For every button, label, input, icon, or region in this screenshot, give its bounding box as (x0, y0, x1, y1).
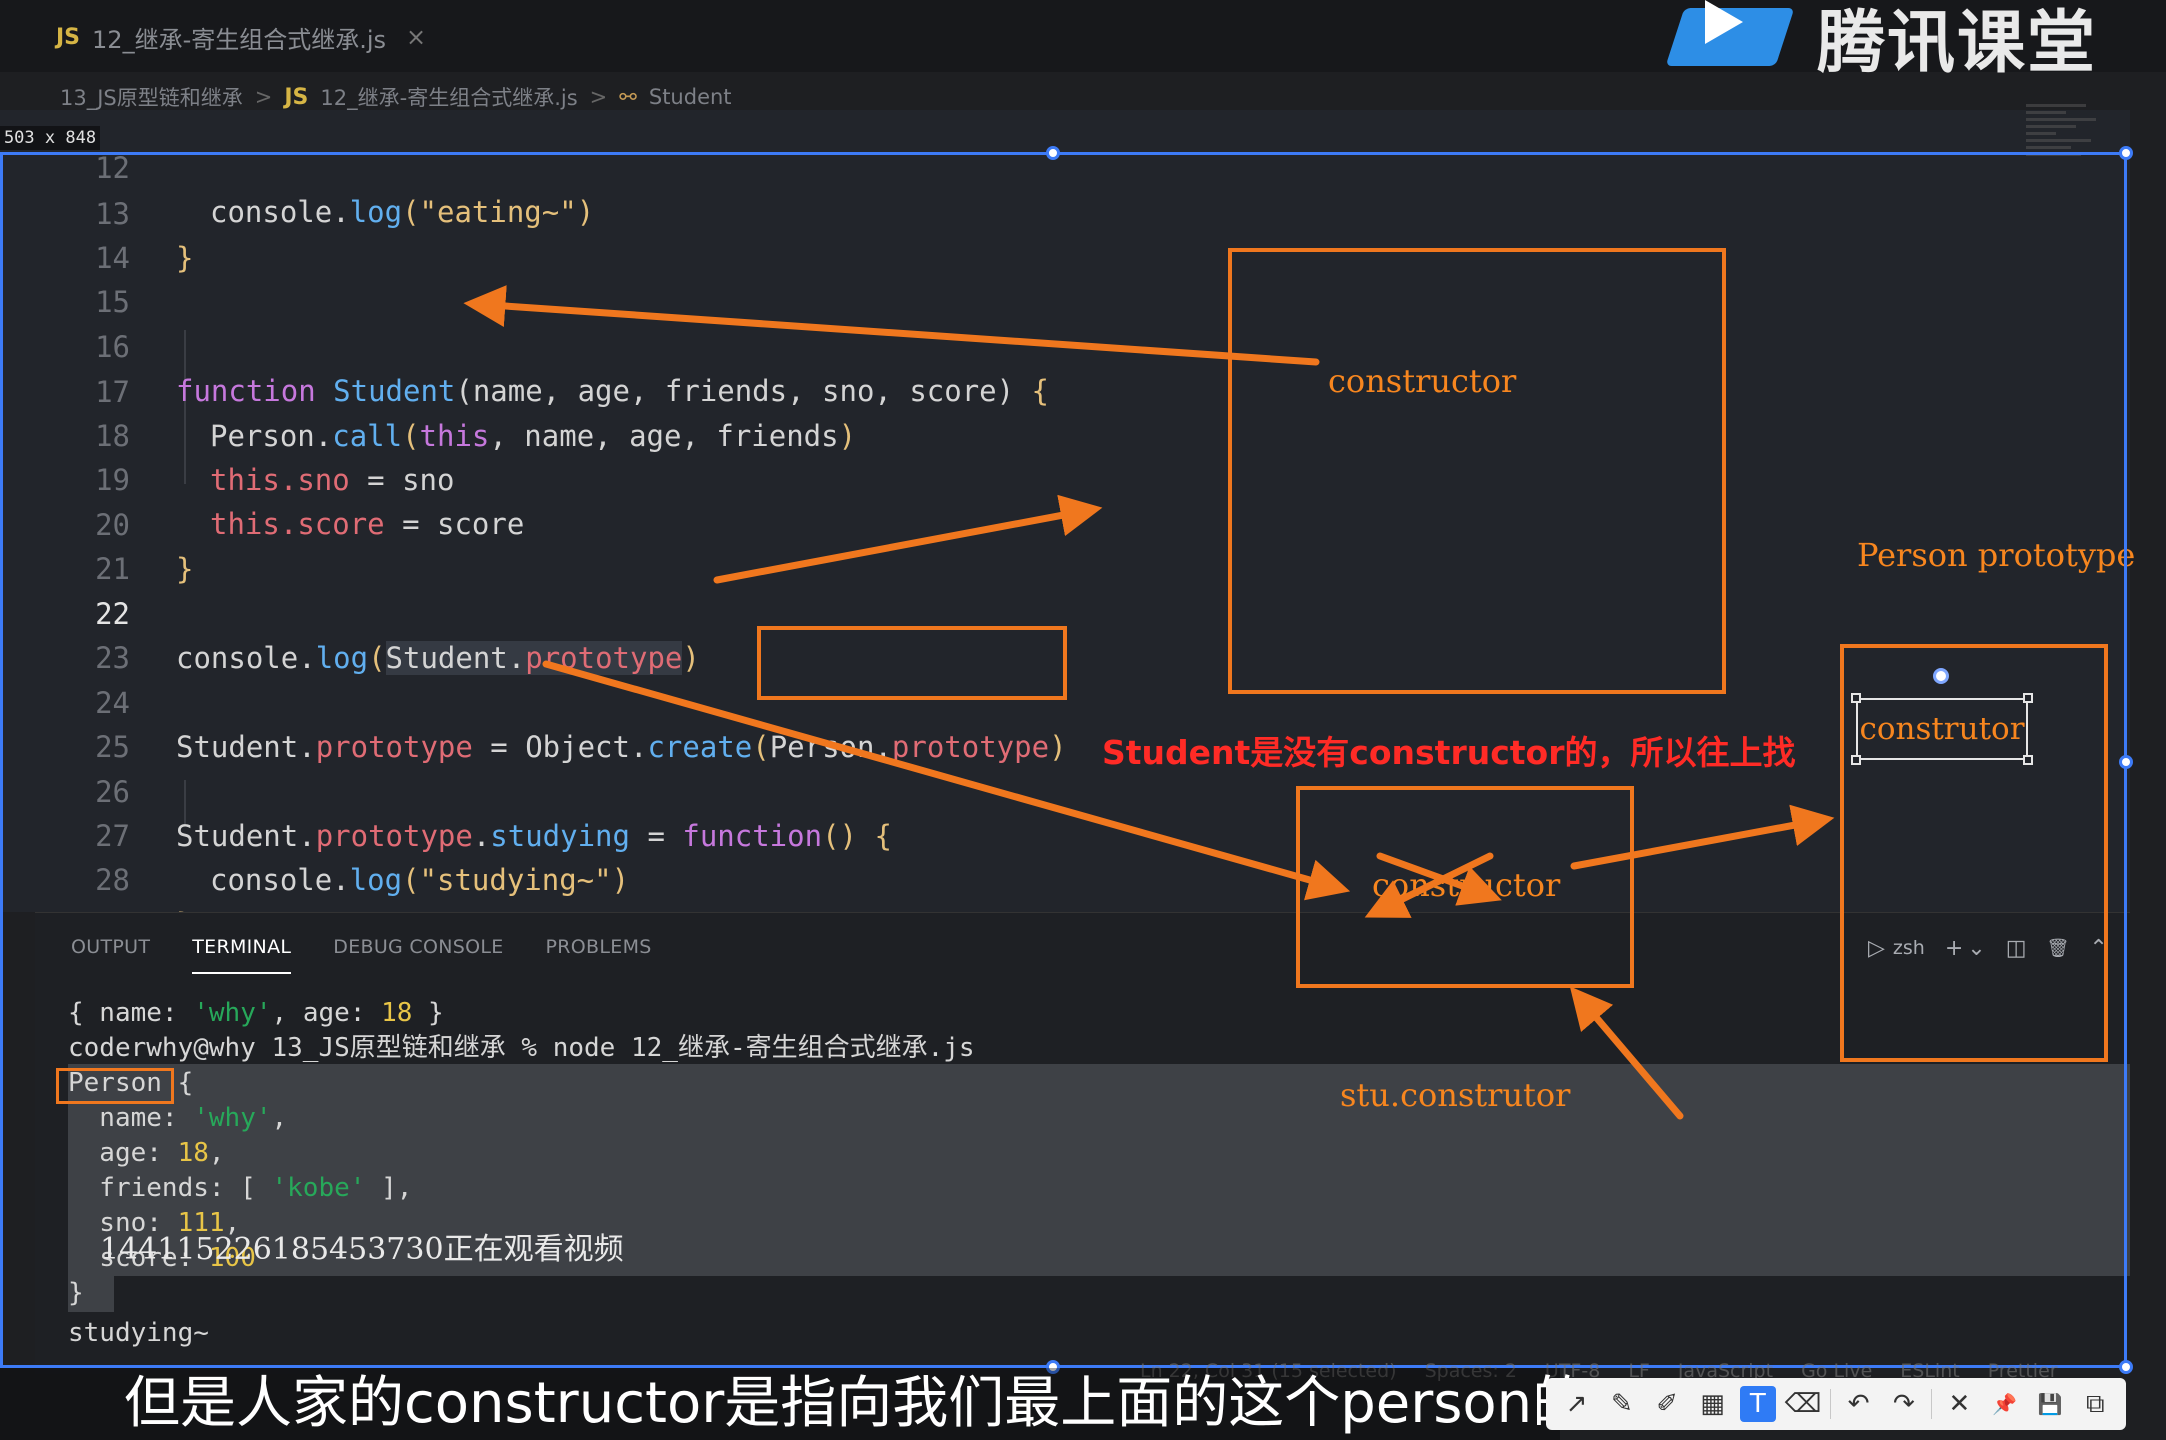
terminal-line: { name: 'why', age: 18 } (68, 998, 444, 1028)
tab-problems[interactable]: PROBLEMS (546, 928, 652, 974)
code-line[interactable]: 13 } (0, 148, 1200, 275)
save-icon[interactable]: 💾 (2032, 1386, 2068, 1422)
tab-debug-console[interactable]: DEBUG CONSOLE (333, 928, 503, 974)
marker-tool-icon[interactable]: ✐ (1649, 1386, 1685, 1422)
code-line[interactable]: 21 (0, 503, 1200, 586)
code-line[interactable]: 20 } (0, 459, 1200, 586)
file-tab[interactable]: JS 12_继承-寄生组合式继承.js × (30, 14, 452, 60)
terminal-line: } (68, 1278, 84, 1308)
code-line[interactable]: 18 this.sno = sno (0, 370, 1200, 497)
arrow-tool-icon[interactable]: ↗ (1559, 1386, 1595, 1422)
tab-output[interactable]: OUTPUT (71, 928, 150, 974)
size-indicator: 503 x 848 (0, 126, 100, 150)
person-terminal-highlight[interactable] (56, 1068, 174, 1104)
code-line[interactable]: 12 console.log("eating~") (0, 102, 1200, 229)
tencent-classroom-logo: 腾讯课堂 (1665, 0, 2097, 83)
code-line[interactable]: 22 console.log(Student.prototype) (0, 548, 1200, 675)
terminal-line: name: 'why', (68, 1103, 288, 1133)
copy-icon[interactable]: ⧉ (2077, 1386, 2113, 1422)
video-subtitle: 但是人家的constructor是指向我们最上面的这个person的 (0, 1368, 1588, 1440)
redo-icon[interactable]: ↷ (1886, 1386, 1922, 1422)
close-icon[interactable]: × (406, 23, 426, 51)
js-file-icon: JS (56, 24, 81, 50)
code-line[interactable]: 19 this.score = score (0, 414, 1200, 541)
logo-text: 腾讯课堂 (1817, 3, 2098, 83)
code-line[interactable]: 26 Student.prototype.studying = function… (0, 726, 1200, 853)
tab-terminal[interactable]: TERMINAL (192, 928, 292, 974)
minimap[interactable] (2026, 100, 2106, 200)
toolbar-divider (1830, 1389, 1832, 1419)
student-no-constructor-note[interactable]: Student是没有constructor的，所以往上找 (1102, 726, 1796, 774)
text-tool-icon[interactable]: T (1739, 1386, 1776, 1422)
person-prototype-highlight[interactable] (757, 626, 1067, 700)
code-line[interactable]: 14 (0, 192, 1200, 275)
terminal-line: friends: [ 'kobe' ], (68, 1173, 413, 1203)
terminal-line: coderwhy@why 13_JS原型链和继承 % node 12_继承-寄生… (68, 1033, 975, 1063)
code-line[interactable]: 15 (0, 236, 1200, 319)
undo-icon[interactable]: ↶ (1841, 1386, 1877, 1422)
code-line[interactable]: 17 Person.call(this, name, age, friends) (0, 326, 1200, 453)
constructor-box[interactable] (1228, 248, 1726, 694)
tab-bar: JS 12_继承-寄生组合式继承.js × 腾讯课堂 (0, 0, 2166, 83)
terminal-line: age: 18, (68, 1138, 225, 1168)
person-prototype-label[interactable]: Person prototype (1857, 536, 2135, 574)
construtor-text-box[interactable]: construtor (1851, 693, 2033, 765)
mosaic-tool-icon[interactable]: ▦ (1694, 1386, 1730, 1422)
close-icon[interactable]: ✕ (1941, 1386, 1977, 1422)
constructor-crossed-label[interactable]: constructor (1372, 866, 1560, 904)
code-line[interactable]: 29 (0, 859, 1200, 942)
toolbar-divider (1931, 1389, 1933, 1419)
stu-constructor-label[interactable]: stu.construtor (1340, 1076, 1570, 1114)
terminal-line: studying~ (68, 1318, 209, 1348)
code-line[interactable]: 28 } (0, 814, 1200, 941)
viewer-watermark: 1441152261854537​30正在观看视频 (100, 1232, 624, 1267)
annotation-toolbar: ↗ ✎ ✐ ▦ T ⌫ ↶ ↷ ✕ 📌 💾 ⧉ (1546, 1378, 2126, 1430)
rotate-handle[interactable] (1933, 668, 1949, 684)
panel-tabs: OUTPUT TERMINAL DEBUG CONSOLE PROBLEMS (35, 928, 652, 974)
pin-icon[interactable]: 📌 (1987, 1386, 2023, 1422)
tab-filename: 12_继承-寄生组合式继承.js (92, 25, 387, 54)
code-line[interactable]: 16 function Student(name, age, friends, … (0, 281, 1200, 408)
code-line[interactable]: 27 console.log("studying~") (0, 770, 1200, 897)
eraser-tool-icon[interactable]: ⌫ (1785, 1386, 1822, 1422)
subtitle-text: 但是人家的constructor是指向我们最上面的这个person的 (124, 1371, 1589, 1436)
pen-tool-icon[interactable]: ✎ (1604, 1386, 1640, 1422)
logo-icon (1665, 0, 1795, 72)
constructor-label[interactable]: constructor (1328, 362, 1516, 400)
